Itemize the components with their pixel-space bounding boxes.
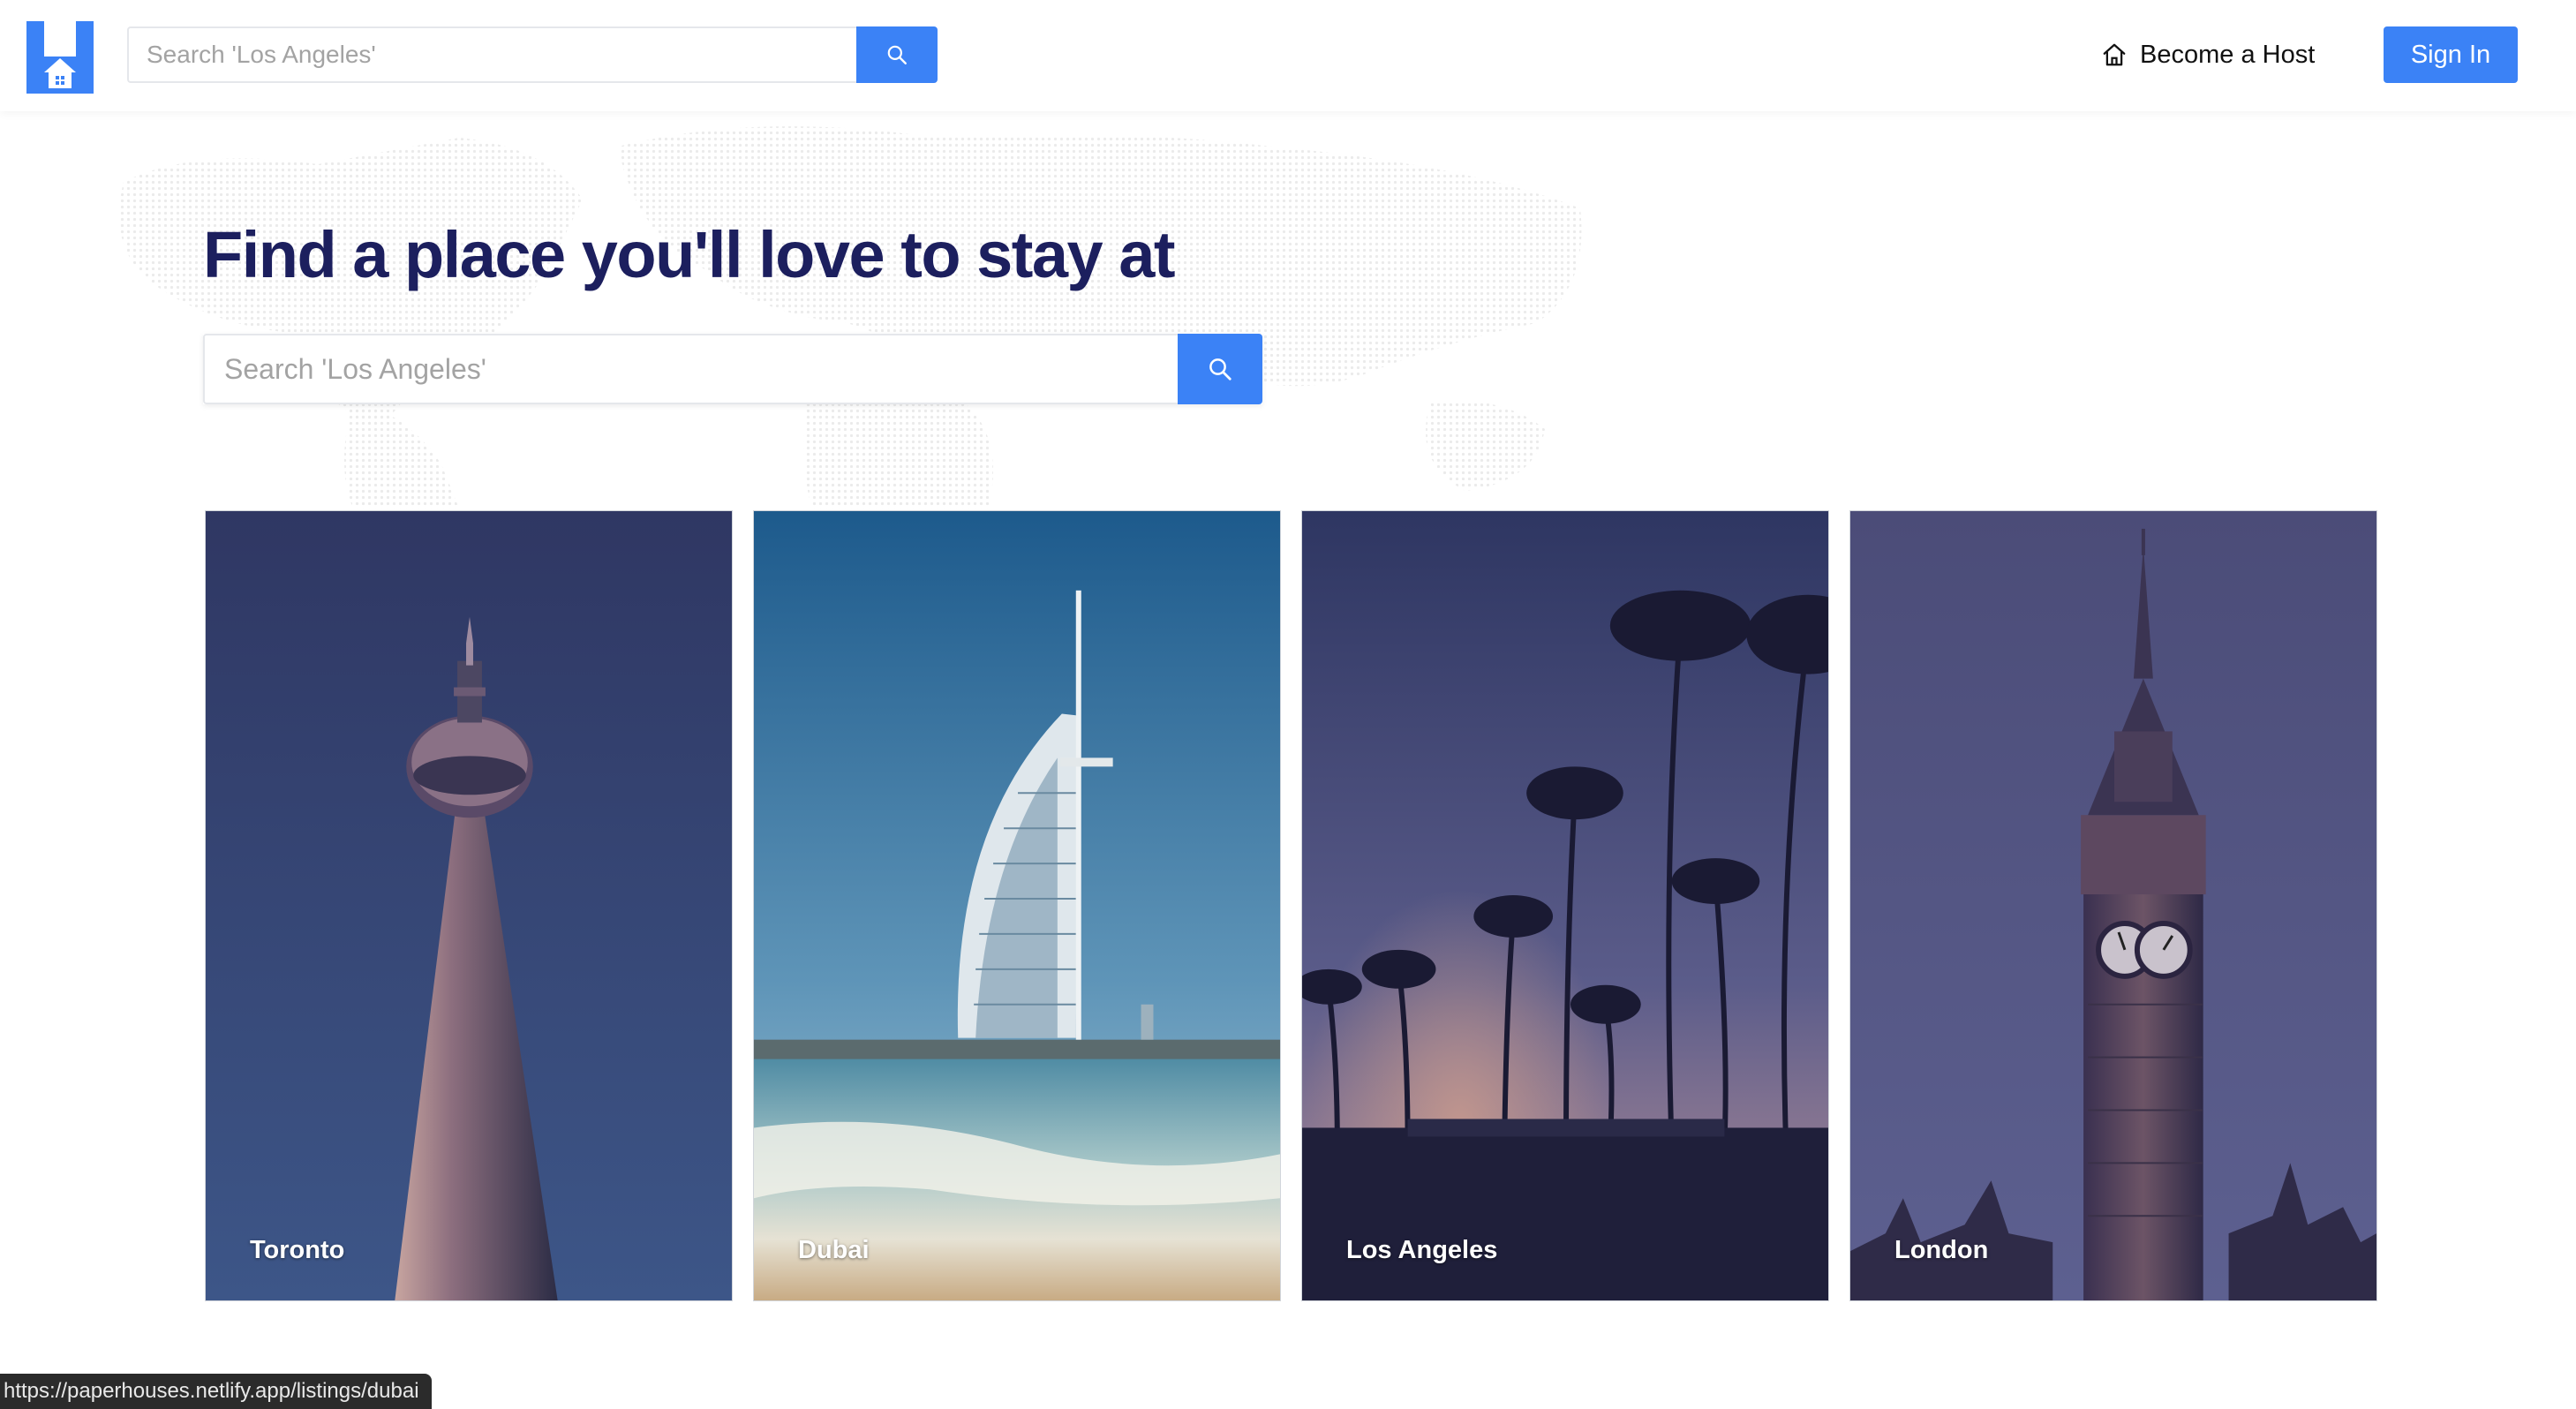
hero-search-button[interactable] [1178,334,1262,404]
city-card-label: London [1894,1236,1989,1264]
city-card-label: Toronto [250,1236,345,1264]
search-icon [887,45,907,64]
house-icon [2103,43,2126,66]
logo-icon[interactable] [26,21,94,94]
city-card-toronto[interactable]: Toronto [205,510,733,1301]
world-map-background [119,126,1582,509]
city-card-label: Dubai [798,1236,870,1264]
city-card-los-angeles[interactable]: Los Angeles [1301,510,1829,1301]
city-card-label: Los Angeles [1346,1236,1498,1264]
header-search [127,26,938,83]
los-angeles-palm-trees-image [1302,511,1828,1300]
toronto-cn-tower-image [206,511,732,1300]
hero-search-input[interactable] [203,334,1178,404]
sign-in-button[interactable]: Sign In [2384,26,2518,83]
browser-status-url: https://paperhouses.netlify.app/listings… [0,1374,432,1409]
header-search-input[interactable] [127,26,856,83]
app-header: Become a Host Sign In [0,0,2576,111]
become-host-label: Become a Host [2140,40,2316,69]
london-big-ben-image [1850,511,2376,1300]
become-host-link[interactable]: Become a Host [2101,35,2315,74]
search-icon [1209,358,1232,381]
dubai-burj-al-arab-image [754,511,1280,1300]
city-card-dubai[interactable]: Dubai [753,510,1281,1301]
header-search-button[interactable] [856,26,938,83]
hero-search [203,334,1262,404]
city-card-london[interactable]: London [1849,510,2377,1301]
hero-title: Find a place you'll love to stay at [203,218,1176,291]
